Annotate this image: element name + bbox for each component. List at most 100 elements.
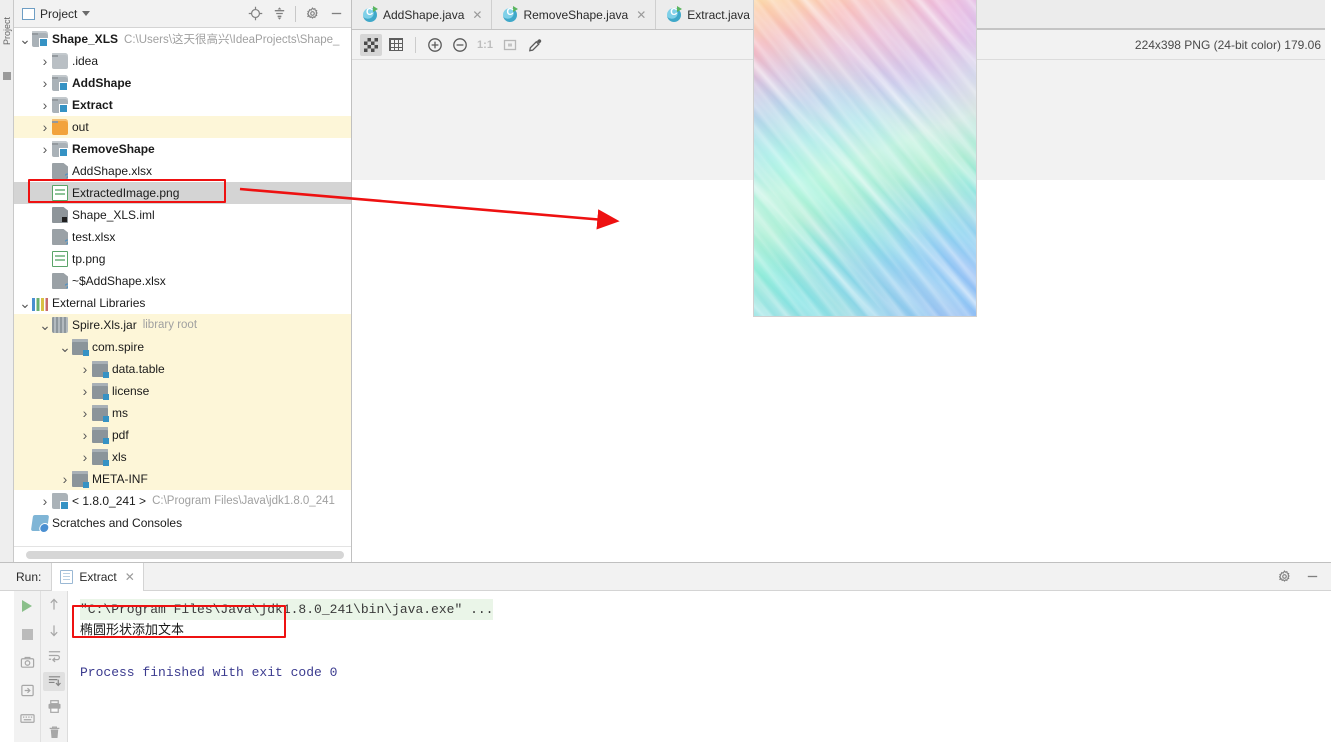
tree-node[interactable]: › ms bbox=[14, 402, 351, 424]
tree-node[interactable]: AddShape.xlsx bbox=[14, 160, 351, 182]
project-panel-title-group[interactable]: Project bbox=[18, 7, 91, 21]
tree-node[interactable]: ⌄ com.spire bbox=[14, 336, 351, 358]
chevron-down-icon[interactable]: ⌄ bbox=[38, 318, 52, 332]
chevron-down-icon[interactable] bbox=[82, 11, 91, 16]
export-icon[interactable] bbox=[16, 679, 38, 701]
tree-node[interactable]: ExtractedImage.png bbox=[14, 182, 351, 204]
one-to-one-icon[interactable]: 1:1 bbox=[474, 34, 496, 56]
close-icon[interactable]: ✕ bbox=[472, 8, 482, 22]
chevron-right-icon[interactable]: › bbox=[78, 383, 92, 399]
run-tab-extract[interactable]: Extract ✕ bbox=[51, 562, 144, 592]
strip-marker-icon bbox=[3, 72, 11, 80]
tree-node[interactable]: ⌄ Spire.Xls.jar library root bbox=[14, 314, 351, 336]
tree-node-sublabel: library root bbox=[142, 319, 198, 331]
tree-node[interactable]: › data.table bbox=[14, 358, 351, 380]
hscrollbar-thumb[interactable] bbox=[26, 551, 344, 559]
project-tree[interactable]: ⌄ Shape_XLS C:\Users\这天很高兴\IdeaProjects\Sh… bbox=[14, 28, 351, 546]
tree-node[interactable]: › out bbox=[14, 116, 351, 138]
tree-node[interactable]: › RemoveShape bbox=[14, 138, 351, 160]
project-panel-header: Project bbox=[14, 0, 351, 28]
project-tree-hscrollbar[interactable] bbox=[14, 546, 351, 562]
extracted-image-preview[interactable] bbox=[752, 0, 977, 317]
close-icon[interactable]: ✕ bbox=[636, 8, 646, 22]
grid-icon[interactable] bbox=[385, 34, 407, 56]
tree-node[interactable]: tp.png bbox=[14, 248, 351, 270]
tree-node-sublabel: C:\Program Files\Java\jdk1.8.0_241 bbox=[152, 495, 335, 507]
console-line-text: "C:\Program Files\Java\jdk1.8.0_241\bin\… bbox=[80, 599, 494, 620]
chevron-right-icon[interactable]: › bbox=[38, 97, 52, 113]
chevron-right-icon[interactable]: › bbox=[78, 405, 92, 421]
image-info-label: 224x398 PNG (24-bit color) 179.06 bbox=[1134, 37, 1321, 52]
chevron-right-icon[interactable]: › bbox=[38, 141, 52, 157]
chevron-right-icon[interactable]: › bbox=[38, 119, 52, 135]
editor-tab[interactable]: RemoveShape.java ✕ bbox=[492, 0, 657, 29]
tree-node-label: Shape_XLS bbox=[52, 32, 119, 46]
chevron-right-icon[interactable]: › bbox=[78, 427, 92, 443]
arrow-down-icon[interactable] bbox=[43, 621, 65, 641]
arrow-up-icon[interactable] bbox=[43, 595, 65, 615]
project-panel-toolbar bbox=[244, 3, 347, 25]
tree-node[interactable]: › xls bbox=[14, 446, 351, 468]
toolbar-separator bbox=[415, 36, 416, 53]
print-icon[interactable] bbox=[43, 697, 65, 717]
stop-icon[interactable] bbox=[16, 623, 38, 645]
fit-window-icon[interactable] bbox=[499, 34, 521, 56]
keyboard-icon[interactable] bbox=[16, 707, 38, 729]
run-console-output[interactable]: "C:\Program Files\Java\jdk1.8.0_241\bin\… bbox=[68, 591, 1331, 742]
tree-node[interactable]: › .idea bbox=[14, 50, 351, 72]
eyedropper-icon[interactable] bbox=[524, 34, 546, 56]
tree-node[interactable]: › META-INF bbox=[14, 468, 351, 490]
chevron-right-icon[interactable]: › bbox=[58, 471, 72, 487]
minimize-icon[interactable] bbox=[1301, 566, 1323, 588]
tree-node-label: < 1.8.0_241 > bbox=[72, 494, 147, 508]
tree-node[interactable]: › Extract bbox=[14, 94, 351, 116]
collapse-all-icon[interactable] bbox=[268, 3, 290, 25]
libraries-icon bbox=[32, 297, 48, 311]
chevron-down-icon[interactable]: ⌄ bbox=[18, 32, 32, 46]
jar-icon bbox=[52, 317, 68, 333]
zoom-out-icon[interactable] bbox=[449, 34, 471, 56]
run-tool-window: Run: Extract ✕ "C:\Program Files\Java\jd… bbox=[0, 562, 1331, 742]
tree-node[interactable]: ⌄ External Libraries bbox=[14, 292, 351, 314]
tree-node[interactable]: ~$AddShape.xlsx bbox=[14, 270, 351, 292]
editor-tab-label: RemoveShape.java bbox=[523, 7, 629, 22]
zoom-in-icon[interactable] bbox=[424, 34, 446, 56]
chevron-right-icon[interactable]: › bbox=[38, 493, 52, 509]
scratches-icon bbox=[30, 515, 50, 531]
chevron-right-icon[interactable]: › bbox=[38, 75, 52, 91]
tree-node-label: AddShape bbox=[72, 76, 132, 90]
strip-project-label[interactable]: Project bbox=[2, 10, 12, 52]
gear-icon[interactable] bbox=[1273, 566, 1295, 588]
chevron-right-icon[interactable]: › bbox=[78, 449, 92, 465]
gear-icon[interactable] bbox=[301, 3, 323, 25]
tree-node[interactable]: › < 1.8.0_241 > C:\Program Files\Java\jdk1… bbox=[14, 490, 351, 512]
editor-tab[interactable]: AddShape.java ✕ bbox=[352, 0, 493, 29]
chevron-right-icon[interactable]: › bbox=[78, 361, 92, 377]
run-gutter-left-column bbox=[14, 591, 40, 742]
module-folder-icon bbox=[32, 31, 48, 47]
checkerboard-icon[interactable] bbox=[360, 33, 382, 56]
tree-node[interactable]: › AddShape bbox=[14, 72, 351, 94]
tree-node[interactable]: › license bbox=[14, 380, 351, 402]
chevron-right-icon[interactable]: › bbox=[38, 53, 52, 69]
camera-icon[interactable] bbox=[16, 651, 38, 673]
minimize-icon[interactable] bbox=[325, 3, 347, 25]
locate-target-icon[interactable] bbox=[244, 3, 266, 25]
tree-node[interactable]: Shape_XLS.iml bbox=[14, 204, 351, 226]
play-icon[interactable] bbox=[16, 595, 38, 617]
image-sheen bbox=[753, 0, 976, 316]
chevron-down-icon[interactable]: ⌄ bbox=[18, 296, 32, 310]
trash-icon[interactable] bbox=[43, 723, 65, 742]
soft-wrap-icon[interactable] bbox=[43, 646, 65, 666]
tree-node[interactable]: › pdf bbox=[14, 424, 351, 446]
scroll-to-end-icon[interactable] bbox=[43, 671, 66, 691]
close-icon[interactable]: ✕ bbox=[125, 570, 135, 584]
tree-node-label: Extract bbox=[72, 98, 113, 112]
tree-node[interactable]: Scratches and Consoles bbox=[14, 512, 351, 534]
chevron-down-icon[interactable]: ⌄ bbox=[58, 340, 72, 354]
tree-node[interactable]: test.xlsx bbox=[14, 226, 351, 248]
tree-node[interactable]: ⌄ Shape_XLS C:\Users\这天很高兴\IdeaProjects\Sh… bbox=[14, 28, 351, 50]
tree-node-label: com.spire bbox=[92, 340, 145, 354]
